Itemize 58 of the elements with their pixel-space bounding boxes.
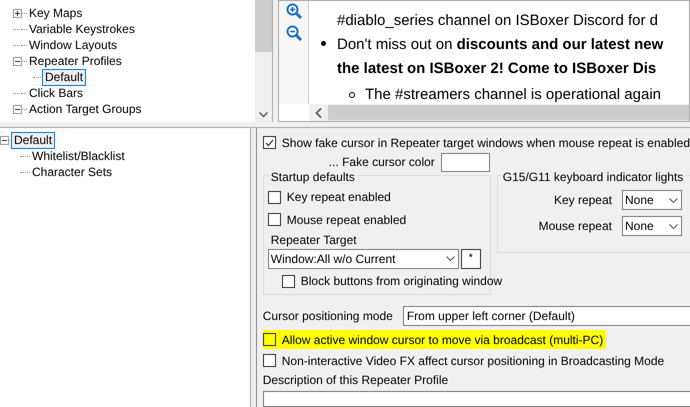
field-label: ... Fake cursor color (328, 154, 435, 171)
checkbox-label: Non-interactive Video FX affect cursor positioning in Broadcasting Mode (282, 352, 664, 370)
tree-item[interactable]: Key Maps (27, 6, 84, 20)
checkbox-label: Mouse repeat enabled (286, 212, 406, 229)
checkbox[interactable] (262, 136, 276, 149)
bullet-icon (349, 92, 355, 98)
tree-item[interactable]: Repeater Profiles (27, 54, 124, 68)
check-icon (264, 138, 274, 146)
target-dropdown[interactable]: Window:All w/o Current (268, 248, 459, 269)
expand-icon[interactable] (13, 8, 22, 18)
collapse-icon[interactable] (0, 136, 9, 144)
checkbox[interactable] (282, 274, 295, 288)
vertical-scrollbar[interactable] (255, 0, 272, 122)
bullet-icon (321, 41, 326, 46)
field-label: Description of this Repeater Profile (262, 372, 450, 389)
light-dropdown[interactable]: None (622, 190, 682, 210)
checkbox-label: Block buttons from originating window (300, 273, 502, 290)
tree-item[interactable]: Window Layouts (27, 38, 120, 52)
checkbox-label: Show fake cursor in Repeater target windows when mouse repeat is enabled (282, 134, 690, 152)
news-text: The #streamers channel is operational again (365, 85, 662, 104)
tree-item[interactable]: Variable Keystrokes (27, 22, 137, 36)
chevron-down-icon[interactable] (259, 112, 268, 118)
collapse-icon[interactable] (13, 56, 22, 66)
checkbox-label: Allow active window cursor to move via broadcast (multi-PC) (282, 332, 604, 348)
field-label: Key repeat (554, 192, 612, 209)
tree-item[interactable]: Character Sets (30, 164, 114, 180)
checkbox[interactable] (268, 213, 281, 226)
chevron-down-icon (669, 224, 678, 228)
description-field[interactable] (262, 391, 690, 407)
field-label: Mouse repeat (538, 218, 612, 235)
zoom-in-icon[interactable] (286, 3, 302, 19)
mode-field[interactable]: From upper left corner (Default) (402, 306, 690, 326)
checkbox-label: Key repeat enabled (286, 189, 391, 206)
light-dropdown[interactable]: None (622, 216, 682, 236)
field-label: Cursor positioning mode (262, 308, 393, 325)
chevron-down-icon (669, 198, 678, 202)
field-label: Repeater Target (270, 232, 358, 249)
checkbox[interactable] (262, 354, 276, 367)
zoom-out-icon[interactable] (286, 25, 302, 41)
collapse-icon[interactable] (13, 104, 22, 114)
news-text: the latest on ISBoxer 2! Come to ISBoxer Dis (337, 59, 656, 79)
chevron-left-icon[interactable] (315, 108, 322, 118)
chevron-down-icon (446, 256, 455, 262)
news-text: #diablo_series channel on ISBoxer Discord for d (337, 11, 658, 31)
dropdown-value: None (625, 192, 654, 209)
color-swatch[interactable] (440, 152, 490, 172)
dropdown-value: Window:All w/o Current (270, 250, 396, 268)
horizontal-scrollbar[interactable] (309, 104, 689, 121)
tree-item[interactable]: Whitelist/Blacklist (30, 148, 127, 164)
checkbox[interactable] (262, 333, 276, 346)
tree-item[interactable]: Default (43, 70, 86, 84)
dropdown-value: None (625, 218, 654, 235)
tree-item[interactable]: Action Target Groups (27, 102, 144, 116)
tree-item[interactable]: Click Bars (27, 86, 86, 100)
news-text: Don't miss out on discounts and our latest new (337, 35, 664, 55)
checkbox[interactable] (268, 190, 281, 204)
star-button[interactable]: * (460, 248, 481, 269)
tree-item[interactable]: Default (12, 132, 54, 148)
